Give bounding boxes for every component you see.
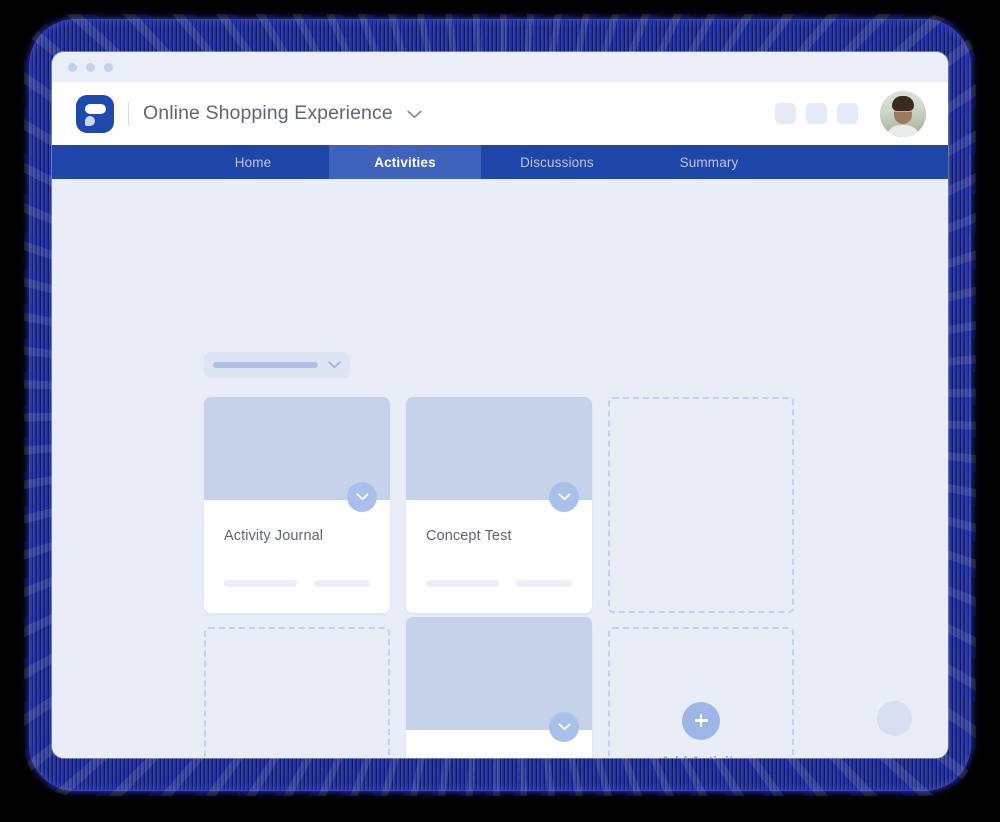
filter-select[interactable] [204,352,350,378]
chevron-down-icon[interactable] [549,712,579,742]
screenshot-stage: Online Shopping Experience Home Activiti… [0,0,1000,822]
plus-icon [682,701,720,740]
skeleton-line-right [516,580,572,587]
activity-card-meta-skeleton [224,580,370,587]
chevron-down-icon[interactable] [549,482,579,512]
window-dot-minimize[interactable] [86,62,95,72]
chevron-down-icon[interactable] [347,482,377,512]
skeleton-line-left [426,580,499,587]
header-action-2[interactable] [806,103,827,124]
activities-grid: Activity Journal Concept Test [204,397,798,758]
avatar[interactable] [880,90,926,137]
activity-card-concept-test[interactable]: Concept Test [406,397,592,613]
page-title-text: Online Shopping Experience [143,102,393,124]
tab-summary[interactable]: Summary [633,145,785,179]
avatar-hair [892,95,914,111]
window-titlebar [52,52,948,82]
header-action-1[interactable] [775,103,796,124]
header-divider [128,101,129,126]
tab-discussions[interactable]: Discussions [481,145,633,179]
tab-home[interactable]: Home [177,145,329,179]
skeleton-line-right [314,580,370,587]
app-header: Online Shopping Experience [52,82,948,145]
add-activity-label: Add Activity [661,754,742,759]
activity-empty-slot-1[interactable] [608,397,794,613]
logo-bar-shape [85,103,106,114]
activity-card-meta-skeleton [426,580,572,587]
chevron-down-icon[interactable] [407,110,422,119]
activity-empty-slot-2[interactable] [204,627,390,758]
activity-card-activity-journal[interactable]: Activity Journal [204,397,390,613]
tab-activities[interactable]: Activities [329,145,481,179]
activity-card-group-reflections[interactable]: Group Reflections [406,617,592,758]
logo-drop-shape [85,115,95,126]
filter-select-placeholder-bar [213,362,318,368]
window-dot-close[interactable] [68,62,77,72]
window-dot-maximize[interactable] [104,62,113,72]
add-activity-button[interactable]: Add Activity [608,627,794,758]
page-title: Online Shopping Experience [143,102,422,125]
skeleton-line-left [224,580,297,587]
browser-window: Online Shopping Experience Home Activiti… [52,52,948,758]
chevron-down-icon [328,361,341,369]
main-tabbar: Home Activities Discussions Summary [52,145,948,179]
main-content: Activity Journal Concept Test [52,179,948,758]
app-logo-icon[interactable] [76,94,114,133]
header-action-3[interactable] [837,103,858,124]
floating-action-button[interactable] [877,701,912,736]
